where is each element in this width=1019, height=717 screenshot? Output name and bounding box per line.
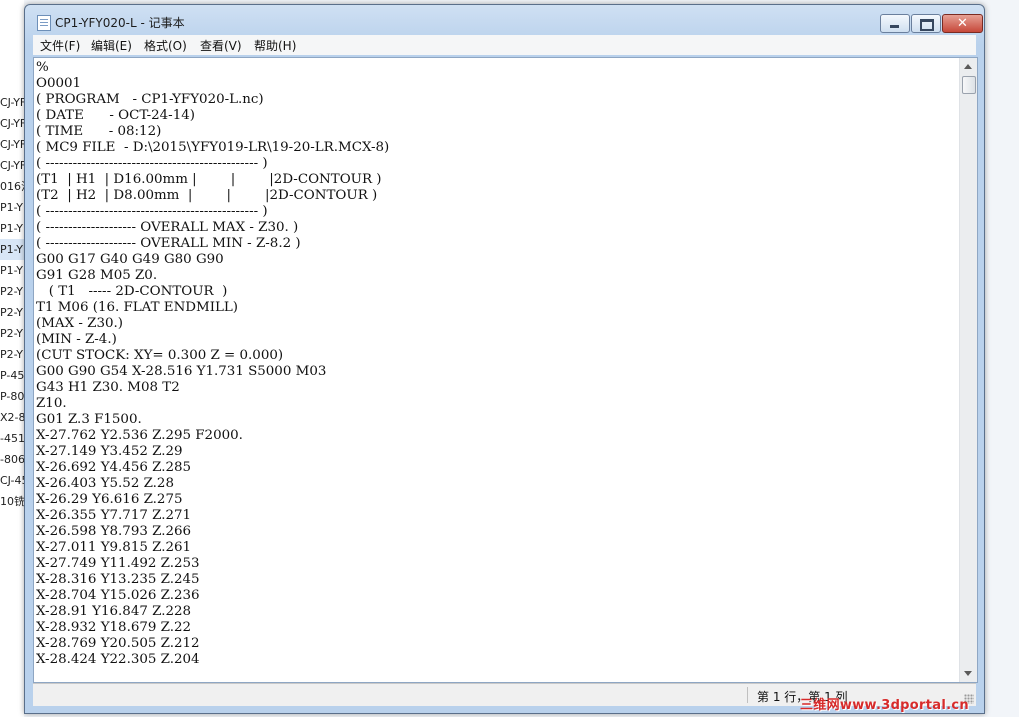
background-file-item: 10铣 — [0, 495, 25, 508]
document-line: X-28.91 Y16.847 Z.228 — [36, 604, 192, 619]
background-file-item: CJ-YF — [0, 96, 26, 109]
document-line: ( --------------------------------------… — [36, 156, 268, 171]
document-line: X-27.011 Y9.815 Z.261 — [36, 540, 192, 555]
background-file-item: P2-Y — [0, 306, 24, 319]
background-file-item: P2-Y — [0, 348, 24, 361]
menu-help[interactable]: 帮助(H) — [254, 37, 296, 54]
document-line: % — [36, 60, 49, 75]
document-line: X-27.749 Y11.492 Z.253 — [36, 556, 200, 571]
minimize-icon — [890, 25, 899, 28]
background-file-item: CJ-YF — [0, 159, 26, 172]
document-line: X-27.149 Y3.452 Z.29 — [36, 444, 183, 459]
title-bar[interactable]: CP1-YFY020-L - 记事本 ✕ — [25, 5, 984, 35]
document-line: X-26.355 Y7.717 Z.271 — [36, 508, 192, 523]
document-line: (T1 | H1 | D16.00mm | | |2D-CONTOUR ) — [36, 172, 382, 187]
document-line: (T2 | H2 | D8.00mm | | |2D-CONTOUR ) — [36, 188, 378, 203]
document-text[interactable]: % O0001 ( PROGRAM - CP1-YFY020-L.nc) ( D… — [36, 60, 956, 678]
document-line: Z10. — [36, 396, 67, 411]
document-line: ( DATE - OCT-24-14) — [36, 108, 195, 123]
document-line: X-28.424 Y22.305 Z.204 — [36, 652, 200, 667]
background-file-item: P-80 — [0, 390, 25, 403]
document-line: G00 G17 G40 G49 G80 G90 — [36, 252, 224, 267]
document-line: (CUT STOCK: XY= 0.300 Z = 0.000) — [36, 348, 284, 363]
document-line: ( TIME - 08:12) — [36, 124, 162, 139]
document-line: ( T1 ----- 2D-CONTOUR ) — [36, 284, 228, 299]
document-line: X-28.932 Y18.679 Z.22 — [36, 620, 192, 635]
background-file-item: P1-Y — [0, 264, 24, 277]
document-line: G43 H1 Z30. M08 T2 — [36, 380, 180, 395]
menu-view[interactable]: 查看(V) — [200, 37, 242, 54]
status-divider — [747, 687, 748, 703]
background-file-list: CJ-YF CJ-YF CJ-YF CJ-YF 016洪 P1-Y P1-Y P1-Y P1-Y… — [0, 92, 26, 512]
maximize-icon — [920, 19, 934, 31]
background-file-item: P1-Y — [0, 201, 24, 214]
background-file-item: CJ-45 — [0, 474, 26, 487]
document-line: X-26.403 Y5.52 Z.28 — [36, 476, 174, 491]
document-line: O0001 — [36, 76, 82, 91]
window-title: CP1-YFY020-L - 记事本 — [55, 16, 185, 30]
document-line: ( MC9 FILE - D:\2015\YFY019-LR\19-20-LR.… — [36, 140, 390, 155]
background-file-item: 016洪 — [0, 180, 26, 193]
document-line: X-28.316 Y13.235 Z.245 — [36, 572, 200, 587]
document-line: G91 G28 M05 Z0. — [36, 268, 158, 283]
close-icon: ✕ — [957, 16, 968, 31]
menu-edit[interactable]: 编辑(E) — [91, 37, 132, 54]
document-line: ( -------------------- OVERALL MAX - Z30… — [36, 220, 299, 235]
background-file-item: P1-Y — [0, 239, 26, 260]
background-file-item: P2-Y — [0, 285, 24, 298]
minimize-button[interactable] — [880, 14, 910, 33]
document-line: X-26.598 Y8.793 Z.266 — [36, 524, 192, 539]
menu-file[interactable]: 文件(F) — [40, 37, 80, 54]
document-line: G00 G90 G54 X-28.516 Y1.731 S5000 M03 — [36, 364, 327, 379]
document-line: X-26.29 Y6.616 Z.275 — [36, 492, 183, 507]
scroll-thumb[interactable] — [962, 76, 976, 94]
scroll-up-arrow-icon[interactable] — [960, 58, 977, 75]
close-button[interactable]: ✕ — [942, 14, 983, 33]
watermark-logo: 三维网www.3dportal.cn — [800, 698, 969, 713]
background-file-item: CJ-YF — [0, 117, 26, 130]
background-file-item: -806 — [0, 453, 25, 466]
document-line: ( --------------------------------------… — [36, 204, 268, 219]
maximize-button[interactable] — [911, 14, 941, 33]
document-line: X-28.769 Y20.505 Z.212 — [36, 636, 200, 651]
background-file-item: P2-Y — [0, 327, 24, 340]
vertical-scrollbar[interactable] — [959, 58, 977, 682]
text-editor[interactable]: % O0001 ( PROGRAM - CP1-YFY020-L.nc) ( D… — [33, 57, 978, 683]
document-line: G01 Z.3 F1500. — [36, 412, 142, 427]
background-file-item: -451 — [0, 432, 25, 445]
document-line: ( -------------------- OVERALL MIN - Z-8… — [36, 236, 301, 251]
notepad-icon — [37, 15, 51, 31]
document-line: (MAX - Z30.) — [36, 316, 123, 331]
menu-format[interactable]: 格式(O) — [144, 37, 187, 54]
menu-bar: 文件(F) 编辑(E) 格式(O) 查看(V) 帮助(H) — [33, 35, 976, 55]
document-line: X-27.762 Y2.536 Z.295 F2000. — [36, 428, 243, 443]
document-line: X-28.704 Y15.026 Z.236 — [36, 588, 200, 603]
background-file-item: CJ-YF — [0, 138, 26, 151]
document-line: (MIN - Z-4.) — [36, 332, 117, 347]
background-file-item: P-45 — [0, 369, 25, 382]
scroll-down-arrow-icon[interactable] — [960, 665, 977, 682]
notepad-window: CP1-YFY020-L - 记事本 ✕ 文件(F) 编辑(E) 格式(O) 查… — [24, 4, 985, 714]
document-line: X-26.692 Y4.456 Z.285 — [36, 460, 192, 475]
document-line: ( PROGRAM - CP1-YFY020-L.nc) — [36, 92, 264, 107]
background-file-item: X2-8 — [0, 411, 26, 424]
document-line: T1 M06 (16. FLAT ENDMILL) — [36, 300, 239, 315]
background-file-item: P1-Y — [0, 222, 24, 235]
